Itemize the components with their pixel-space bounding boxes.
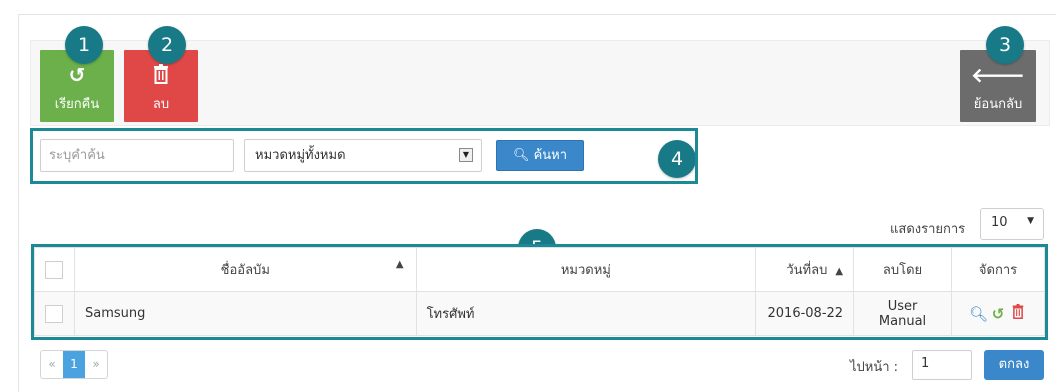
arrow-left-icon: 🡐 bbox=[971, 63, 1025, 87]
callout-badge-2: 2 bbox=[148, 26, 186, 64]
page-size-label: แสดงรายการ bbox=[890, 222, 966, 237]
callout-badge-3: 3 bbox=[986, 26, 1024, 64]
row-checkbox[interactable] bbox=[45, 304, 64, 323]
column-category-label: หมวดหมู่ bbox=[560, 263, 611, 278]
back-button-label: ย้อนกลับ bbox=[973, 97, 1023, 112]
magnifier-icon: 🔍︎ bbox=[512, 148, 530, 163]
select-all-cell bbox=[34, 247, 75, 292]
restore-icon: ↺ bbox=[68, 63, 86, 87]
column-category[interactable]: หมวดหมู่ bbox=[415, 247, 757, 292]
goto-page-input[interactable]: 1 bbox=[912, 350, 972, 380]
cell-category: โทรศัพท์ bbox=[415, 291, 757, 336]
table-row: Samsung โทรศัพท์ 2016-08-22 User Manual … bbox=[34, 291, 1045, 336]
column-deleted-date[interactable]: วันที่ลบ ▲ bbox=[755, 247, 855, 292]
column-album-name[interactable]: ชื่ออัลบัม ▲ bbox=[73, 247, 417, 292]
category-select-value: หมวดหมู่ทั้งหมด bbox=[255, 148, 346, 163]
select-all-checkbox[interactable] bbox=[45, 260, 64, 279]
pagination-page-current[interactable]: 1 bbox=[63, 351, 85, 378]
column-deleted-by-label: ลบโดย bbox=[882, 263, 923, 278]
pagination-prev[interactable]: « bbox=[41, 351, 63, 378]
cell-deleted-date: 2016-08-22 bbox=[755, 291, 855, 336]
view-icon[interactable]: 🔍︎ bbox=[969, 305, 988, 323]
select-arrow-icon: ▼ bbox=[459, 148, 473, 162]
cell-actions: 🔍︎ ↺ bbox=[951, 291, 1045, 336]
column-actions: จัดการ bbox=[951, 247, 1045, 292]
table-header-row: ชื่ออัลบัม ▲ หมวดหมู่ วันที่ลบ ▲ ลบโดย จั… bbox=[34, 247, 1045, 292]
cell-deleted-by: User Manual bbox=[853, 291, 953, 336]
column-actions-label: จัดการ bbox=[978, 263, 1018, 278]
goto-page-label: ไปหน้า : bbox=[850, 360, 899, 375]
callout-badge-1: 1 bbox=[65, 26, 103, 64]
page-size-select[interactable]: 10 ▼ bbox=[980, 208, 1044, 240]
search-input[interactable]: ระบุคำค้น bbox=[40, 139, 234, 172]
deleted-albums-table: ชื่ออัลบัม ▲ หมวดหมู่ วันที่ลบ ▲ ลบโดย จั… bbox=[34, 247, 1045, 336]
restore-row-icon[interactable]: ↺ bbox=[989, 305, 1007, 323]
search-button[interactable]: 🔍︎ ค้นหา bbox=[496, 140, 584, 171]
column-deleted-date-label: วันที่ลบ bbox=[786, 263, 828, 278]
category-select[interactable]: หมวดหมู่ทั้งหมด ▼ bbox=[244, 139, 482, 172]
page-size-value: 10 bbox=[991, 215, 1008, 230]
trash-icon[interactable] bbox=[1009, 304, 1027, 323]
sort-asc-icon: ▲ bbox=[395, 259, 404, 270]
delete-button-label: ลบ bbox=[152, 97, 170, 112]
search-button-label: ค้นหา bbox=[533, 148, 568, 163]
caret-down-icon: ▼ bbox=[1027, 216, 1034, 226]
pagination: « 1 » bbox=[40, 350, 108, 379]
pagination-next[interactable]: » bbox=[85, 351, 107, 378]
restore-button-label: เรียกคืน bbox=[54, 97, 100, 112]
trash-icon bbox=[124, 64, 198, 86]
cell-album-name: Samsung bbox=[73, 291, 417, 336]
goto-page-button[interactable]: ตกลง bbox=[984, 350, 1044, 380]
row-select-cell bbox=[34, 291, 75, 336]
column-album-name-label: ชื่ออัลบัม bbox=[220, 263, 270, 278]
sort-asc-icon: ▲ bbox=[835, 266, 844, 277]
column-deleted-by: ลบโดย bbox=[853, 247, 953, 292]
